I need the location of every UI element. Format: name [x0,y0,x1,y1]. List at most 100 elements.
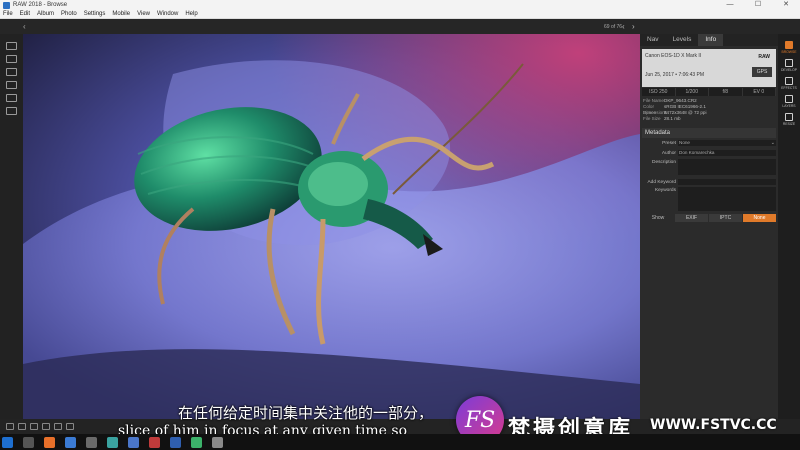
app-window: RAW 2018 - Browse — ☐ ✕ File Edit Album … [0,0,800,450]
image-viewer[interactable] [23,34,640,419]
author-field[interactable]: Don Komarechka [678,150,776,156]
subtitle-chinese: 在任何给定时间集中关注他的一部分， [178,404,434,422]
os-taskbar [0,434,800,450]
preset-value: None [679,140,690,145]
capture-date: Jun 25, 2017 • 7:06:43 PM [645,72,705,78]
back-icon[interactable]: ‹ [23,22,26,31]
module-label: RESIZE [782,122,796,126]
left-toolbar [0,34,23,419]
menu-window[interactable]: Window [157,11,178,17]
close-button[interactable]: ✕ [772,0,800,10]
author-label: Author [661,151,676,156]
module-resize[interactable]: RESIZE [783,113,795,126]
start-icon[interactable] [2,436,13,448]
keywords-label: Keywords [654,188,676,193]
add-keyword-field[interactable] [678,179,776,185]
right-panel: Nav Levels Info Canon EOS-1D X Mark II R… [640,34,778,419]
app-icon[interactable] [128,436,139,448]
panel-tabs: Nav Levels Info [640,34,778,46]
firefox-icon[interactable] [44,436,55,448]
module-label: LAYERS [782,104,796,108]
metadata-form: Preset None ⌄ Author Don Komarechka Desc… [642,140,776,212]
module-effects[interactable]: EFFECTS [781,77,797,90]
module-browse[interactable]: BROWSE [781,41,797,54]
drive-icon[interactable] [6,81,17,89]
description-field[interactable] [678,159,776,175]
browse-icon [784,41,793,49]
chevron-down-icon: ⌄ [770,140,775,146]
camera-model: Canon EOS-1D X Mark II [645,53,702,59]
camera-icon[interactable] [6,55,17,63]
history-icon[interactable] [18,423,26,430]
folder-icon[interactable] [6,68,17,76]
app-icon[interactable] [86,436,97,448]
file-info-row: File Size 28.1 mb [643,116,776,122]
browse-strip: ‹ 69 of 76 ‹ › [0,19,800,34]
title-bar: RAW 2018 - Browse — ☐ ✕ [0,0,800,10]
add-keyword-label: Add Keyword [647,180,676,185]
menu-settings[interactable]: Settings [84,11,106,17]
window-title: RAW 2018 - Browse [13,2,68,8]
album-icon[interactable] [6,107,17,115]
module-develop[interactable]: DEVELOP [781,59,797,72]
metadata-header[interactable]: Metadata [642,128,776,138]
maximize-button[interactable]: ☐ [744,0,772,10]
menu-view[interactable]: View [137,11,150,17]
menu-bar: File Edit Album Photo Settings Mobile Vi… [0,10,800,19]
app-icon[interactable] [149,436,160,448]
gps-button[interactable]: GPS [752,67,772,77]
show-iptc-button[interactable]: IPTC [709,214,742,222]
description-label: Description [652,160,676,165]
file-explorer-icon[interactable] [65,436,76,448]
minimize-button[interactable]: — [716,0,744,10]
layers-icon [784,95,793,103]
previous-image-icon[interactable]: ‹ [622,22,625,31]
cloud-icon[interactable] [6,94,17,102]
gear-icon[interactable] [30,423,38,430]
module-label: EFFECTS [781,86,797,90]
next-image-icon[interactable]: › [632,22,635,31]
menu-photo[interactable]: Photo [61,11,77,17]
menu-edit[interactable]: Edit [20,11,30,17]
app-icon[interactable] [191,436,202,448]
filmstrip-icon[interactable] [6,423,14,430]
show-label: Show [651,215,665,221]
menu-file[interactable]: File [3,11,13,17]
menu-help[interactable]: Help [185,11,197,17]
module-layers[interactable]: LAYERS [782,95,796,108]
preset-label: Preset [662,141,676,146]
show-exif-button[interactable]: EXIF [675,214,708,222]
exif-row: ISO 250 1/200 f/8 EV 0 [642,88,776,96]
show-none-button[interactable]: None [743,214,776,222]
file-info-value: 28.1 mb [664,116,681,121]
grid-view-icon[interactable] [42,423,50,430]
menu-album[interactable]: Album [37,11,54,17]
tab-info[interactable]: Info [698,34,724,46]
file-info-key: File Size [643,116,661,121]
detail-view-icon[interactable] [54,423,62,430]
photoshop-icon[interactable] [170,436,181,448]
app-icon [3,1,10,9]
app-icon[interactable] [212,436,223,448]
module-label: BROWSE [781,50,797,54]
app-icon[interactable] [107,436,118,448]
menu-mobile[interactable]: Mobile [112,11,130,17]
exif-iso: ISO 250 [642,88,676,96]
effects-icon [784,77,793,85]
exif-shutter: 1/200 [676,88,709,96]
compare-view-icon[interactable] [66,423,74,430]
search-icon[interactable] [23,436,34,448]
image-counter: 69 of 76 [604,23,623,30]
keywords-field[interactable] [678,187,776,211]
camera-info-box: Canon EOS-1D X Mark II RAW Jun 25, 2017 … [642,49,776,87]
monitor-icon[interactable] [6,42,17,50]
file-format-badge: RAW [758,54,770,60]
exif-aperture: f/8 [709,88,743,96]
tab-levels[interactable]: Levels [666,34,699,46]
file-info: File Name DKP_9643.CR2 Color Space sRGB … [643,98,776,122]
tab-nav[interactable]: Nav [640,34,666,46]
resize-icon [785,113,793,121]
module-bar: BROWSE DEVELOP EFFECTS LAYERS RESIZE [778,34,800,419]
metadata-show-bar: Show EXIF IPTC None [642,214,776,222]
preset-select[interactable]: None ⌄ [678,140,776,146]
